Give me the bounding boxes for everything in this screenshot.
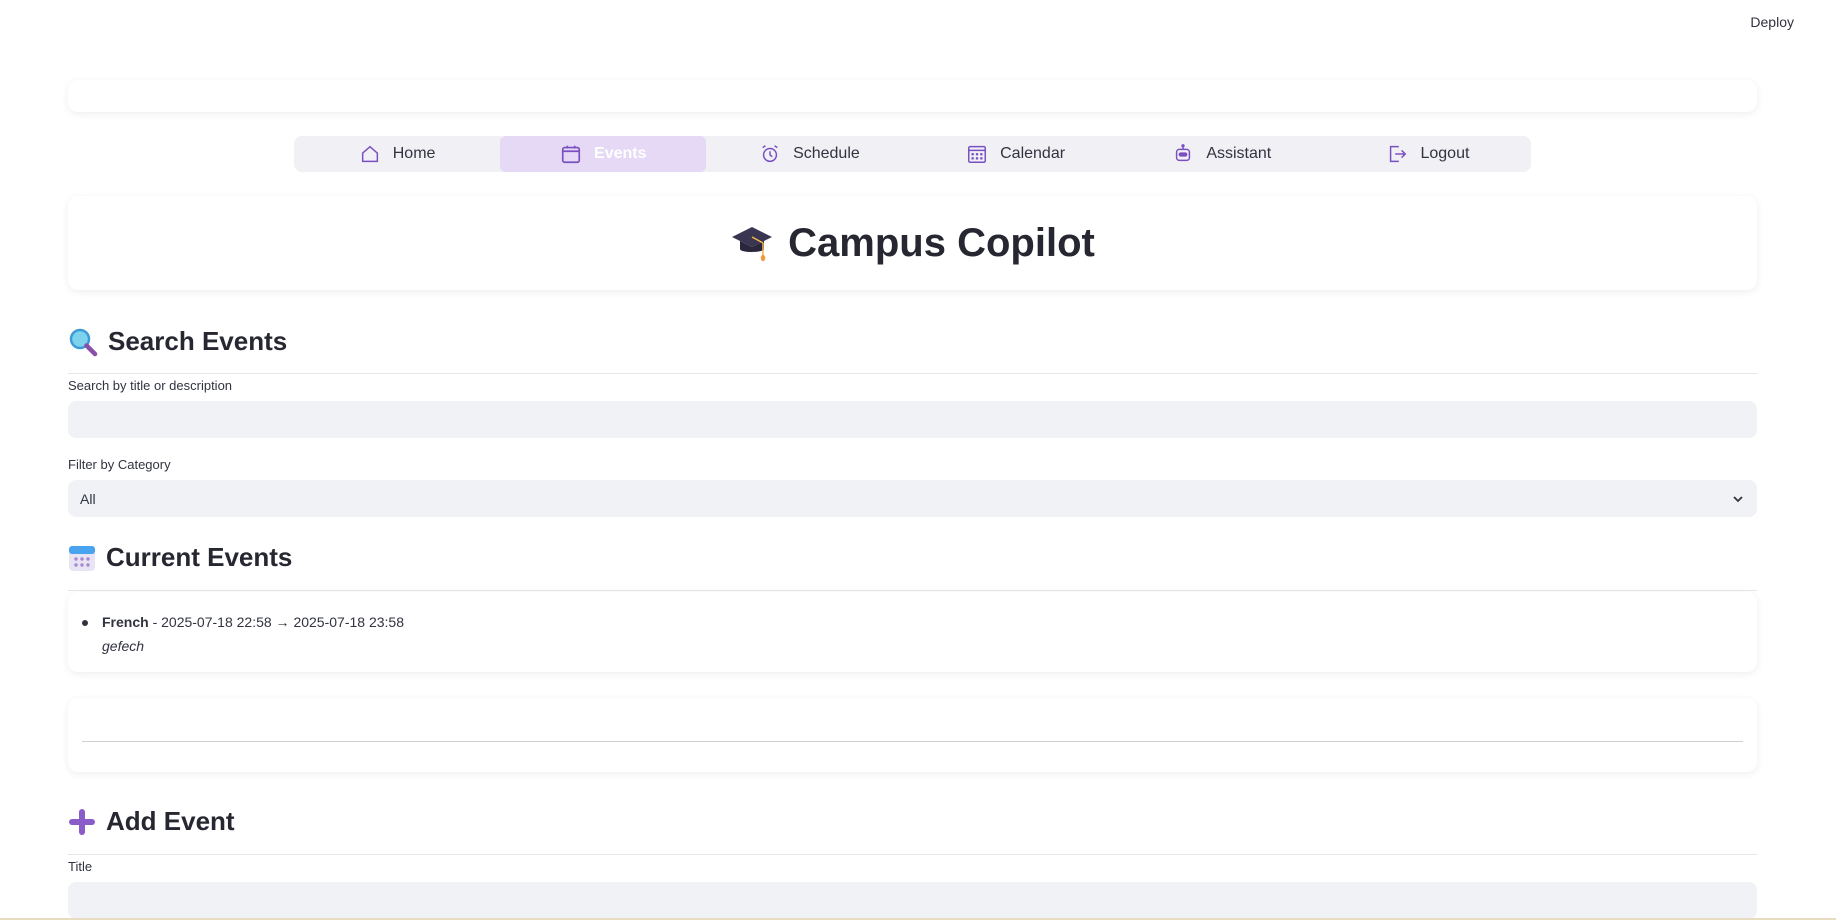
- nav-item-label: Logout: [1420, 145, 1470, 162]
- deploy-button[interactable]: Deploy: [1746, 12, 1798, 32]
- graduation-cap-icon: [732, 227, 773, 262]
- event-content: French - 2025-07-18 22:58 → 2025-07-18 2…: [102, 614, 404, 654]
- nav-item-label: Home: [392, 145, 436, 162]
- title-card: Campus Copilot: [68, 196, 1757, 290]
- nav-item-label: Assistant: [1206, 145, 1272, 162]
- divider-card: [68, 698, 1757, 772]
- plus-icon: [69, 808, 95, 835]
- robot-icon: [1176, 144, 1191, 162]
- events-list: French - 2025-07-18 22:58 → 2025-07-18 2…: [68, 592, 1757, 672]
- nav-item-events[interactable]: Events: [500, 136, 707, 172]
- section-title: Search Events: [108, 326, 288, 356]
- calendar-emoji-icon: [69, 545, 95, 571]
- category-select-value: All: [80, 490, 96, 507]
- calendar-icon: [561, 145, 581, 164]
- nav-item-label: Schedule: [793, 145, 860, 162]
- event-title: French: [102, 614, 149, 630]
- search-events-heading: Search Events: [68, 326, 287, 357]
- nav-item-logout[interactable]: Logout: [1325, 136, 1531, 172]
- app-title: Campus Copilot: [788, 220, 1095, 265]
- nav-item-label: Events: [594, 145, 647, 162]
- nav-item-home[interactable]: Home: [294, 136, 500, 172]
- current-events-heading: Current Events: [68, 542, 292, 573]
- category-select[interactable]: All: [68, 480, 1757, 517]
- section-title: Add Event: [106, 806, 235, 836]
- nav-item-calendar[interactable]: Calendar: [913, 136, 1119, 172]
- bullet: [82, 620, 88, 626]
- search-input[interactable]: [68, 401, 1757, 438]
- alarm-clock-icon: [762, 145, 778, 163]
- section-divider: [68, 590, 1757, 591]
- magnifier-icon: [69, 328, 98, 356]
- section-title: Current Events: [106, 542, 293, 572]
- nav-bar: Home Events Schedule Calendar Assistant …: [294, 136, 1531, 172]
- search-label: Search by title or description: [68, 378, 233, 393]
- section-divider: [68, 854, 1757, 855]
- nav-item-assistant[interactable]: Assistant: [1119, 136, 1325, 172]
- logout-icon: [1390, 145, 1407, 163]
- title-input[interactable]: [68, 882, 1757, 919]
- nav-item-schedule[interactable]: Schedule: [706, 136, 912, 172]
- home-icon: [361, 145, 378, 163]
- event-description: gefech: [102, 638, 145, 654]
- divider-line: [82, 741, 1743, 742]
- title-label: Title: [68, 859, 93, 874]
- chevron-down-icon: [1733, 495, 1743, 502]
- calendar-grid-icon: [968, 145, 987, 163]
- event-time: - 2025-07-18 22:58 → 2025-07-18 23:58: [148, 614, 404, 630]
- add-event-heading: Add Event: [68, 806, 235, 837]
- nav-item-label: Calendar: [1000, 145, 1066, 162]
- list-item: French - 2025-07-18 22:58 → 2025-07-18 2…: [82, 614, 404, 654]
- section-divider: [68, 373, 1757, 374]
- filter-label: Filter by Category: [68, 457, 171, 472]
- top-card: [68, 80, 1757, 112]
